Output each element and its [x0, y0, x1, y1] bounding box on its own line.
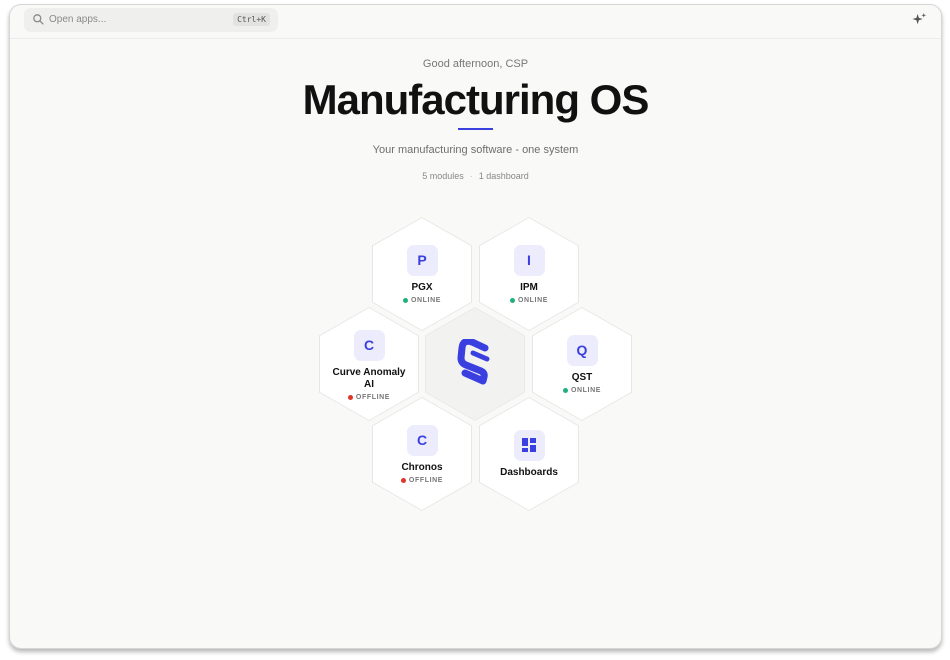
- offline-dot: [400, 477, 406, 483]
- sparkle-icon[interactable]: [912, 12, 927, 27]
- search-placeholder: Open apps...: [49, 14, 107, 25]
- status-badge: ONLINE: [562, 387, 601, 394]
- title-underline: [458, 128, 493, 130]
- app-window: Open apps... Ctrl+K Good afternoon, CSP …: [9, 4, 942, 649]
- module-tile-chronos[interactable]: C Chronos OFFLINE: [372, 397, 472, 511]
- modules-count: 5 modules: [422, 171, 464, 181]
- status-badge: ONLINE: [402, 297, 441, 304]
- page-title: Manufacturing OS: [302, 76, 650, 123]
- search-icon: [33, 14, 44, 25]
- stats-line: 5 modules · 1 dashboard: [10, 171, 941, 181]
- grid-icon: [513, 429, 545, 461]
- module-name: Chronos: [401, 461, 443, 473]
- top-bar: Open apps... Ctrl+K: [10, 5, 941, 39]
- dashboards-count: 1 dashboard: [478, 171, 529, 181]
- module-name: Curve Anomaly AI: [332, 366, 406, 390]
- module-badge: Q: [566, 334, 598, 366]
- module-badge: I: [513, 244, 545, 276]
- shortcut-hint: Ctrl+K: [233, 13, 270, 26]
- dashboards-tile[interactable]: Dashboards: [479, 397, 579, 511]
- module-name: QST: [571, 371, 593, 383]
- status-badge: ONLINE: [509, 297, 548, 304]
- module-badge: C: [406, 424, 438, 456]
- module-name: IPM: [520, 281, 538, 293]
- dashboards-label: Dashboards: [500, 466, 558, 478]
- online-dot: [509, 297, 515, 303]
- online-dot: [562, 387, 568, 393]
- greeting: Good afternoon, CSP: [422, 58, 529, 70]
- search-input[interactable]: Open apps... Ctrl+K: [24, 8, 278, 32]
- module-name: PGX: [411, 281, 433, 293]
- page-subtitle: Your manufacturing software - one system: [372, 144, 579, 156]
- stats-separator: ·: [469, 171, 473, 181]
- module-badge: C: [353, 329, 385, 361]
- offline-dot: [347, 394, 353, 400]
- status-badge: OFFLINE: [400, 477, 443, 484]
- online-dot: [402, 297, 408, 303]
- app-logo-icon: [457, 339, 490, 385]
- module-badge: P: [406, 244, 438, 276]
